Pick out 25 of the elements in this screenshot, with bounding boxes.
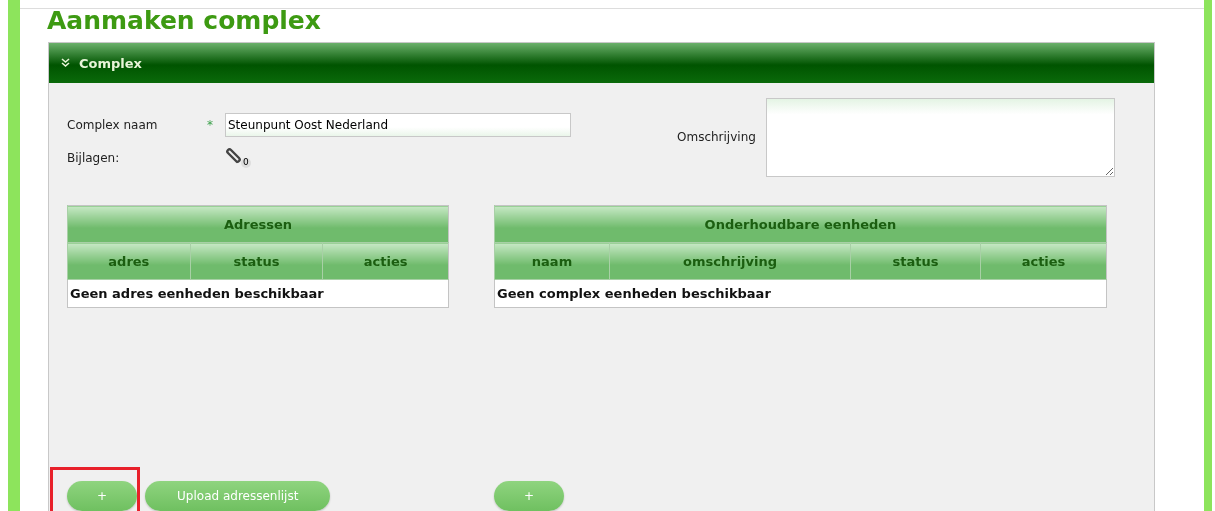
- panel-header[interactable]: Complex: [49, 43, 1154, 83]
- attachment-count: 0: [243, 157, 249, 167]
- add-button[interactable]: +: [494, 481, 565, 511]
- column-header: omschrijving: [609, 242, 851, 280]
- empty-message: Geen complex eenheden beschikbaar: [494, 279, 1107, 308]
- table-title: Adressen: [67, 205, 449, 243]
- field-label: Bijlagen:: [67, 151, 121, 165]
- column-header: status: [190, 242, 323, 280]
- upload-button[interactable]: Upload adressenlijst: [145, 481, 331, 511]
- column-header: acties: [980, 242, 1107, 280]
- column-header: naam: [494, 242, 610, 280]
- empty-message: Geen adres eenheden beschikbaar: [67, 279, 449, 308]
- column-header: adres: [67, 242, 191, 280]
- name-input[interactable]: Steunpunt Oost Nederland: [225, 113, 571, 137]
- column-header: acties: [322, 242, 449, 280]
- table-title: Onderhoudbare eenheden: [494, 205, 1107, 243]
- field-label: Complex naam: [67, 118, 159, 132]
- add-button[interactable]: +: [67, 481, 138, 511]
- panel-title: Complex: [79, 55, 142, 71]
- column-header: status: [850, 242, 981, 280]
- paperclip-icon[interactable]: [225, 147, 251, 169]
- required-mark: *: [207, 118, 214, 132]
- field-label: Omschrijving: [677, 130, 757, 144]
- page-title: Aanmaken complex: [47, 9, 322, 37]
- double-chevron-down-icon: [61, 58, 70, 68]
